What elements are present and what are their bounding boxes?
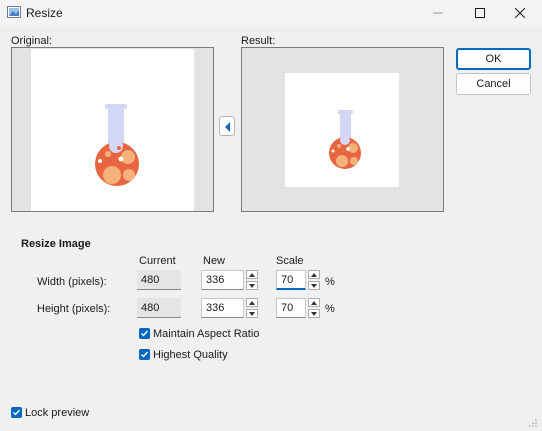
height-scale-input[interactable]: 70 xyxy=(276,298,306,318)
spin-up-icon[interactable] xyxy=(308,270,320,279)
width-label: Width (pixels): xyxy=(37,276,107,288)
copy-arrow-button[interactable] xyxy=(219,116,235,136)
result-canvas xyxy=(285,73,399,187)
maximize-icon xyxy=(475,8,485,18)
width-new-input[interactable]: 336 xyxy=(201,270,244,290)
maintain-aspect-label[interactable]: Maintain Aspect Ratio xyxy=(153,328,259,340)
height-new-input[interactable]: 336 xyxy=(201,298,244,318)
maintain-aspect-checkbox[interactable] xyxy=(139,328,150,339)
flask-image xyxy=(95,104,139,186)
spin-down-icon[interactable] xyxy=(246,281,258,290)
lock-preview-checkbox[interactable] xyxy=(11,407,22,418)
width-scale-input[interactable]: 70 xyxy=(276,270,306,290)
spin-down-icon[interactable] xyxy=(308,281,320,290)
close-icon xyxy=(515,8,525,18)
checkmark-icon xyxy=(141,351,149,358)
width-current-value: 480 xyxy=(137,270,181,290)
spin-up-icon[interactable] xyxy=(246,270,258,279)
original-preview xyxy=(11,47,214,212)
height-percent-unit: % xyxy=(325,303,335,315)
original-canvas xyxy=(31,49,194,211)
spin-up-icon[interactable] xyxy=(308,298,320,307)
spin-down-icon[interactable] xyxy=(246,309,258,318)
flask-image-result xyxy=(329,110,361,169)
checkmark-icon xyxy=(141,330,149,337)
new-column-header: New xyxy=(203,255,226,267)
width-percent-unit: % xyxy=(325,276,335,288)
minimize-button[interactable] xyxy=(416,0,460,26)
arrow-left-icon xyxy=(225,122,230,132)
window-title: Resize xyxy=(26,6,63,20)
current-column-header: Current xyxy=(139,255,176,267)
resize-grip-icon[interactable] xyxy=(528,418,538,428)
lock-preview-label[interactable]: Lock preview xyxy=(25,407,89,419)
ok-button[interactable]: OK xyxy=(456,48,531,70)
width-new-spinner[interactable] xyxy=(246,270,258,290)
spin-down-icon[interactable] xyxy=(308,309,320,318)
scale-column-header: Scale xyxy=(276,255,304,267)
app-icon xyxy=(7,6,21,18)
cancel-button[interactable]: Cancel xyxy=(456,73,531,95)
close-button[interactable] xyxy=(498,0,542,26)
title-bar: Resize xyxy=(0,0,542,26)
original-label: Original: xyxy=(11,35,52,47)
checkmark-icon xyxy=(13,409,21,416)
maximize-button[interactable] xyxy=(458,0,502,26)
minimize-icon xyxy=(433,12,443,14)
height-scale-spinner[interactable] xyxy=(308,298,320,318)
resize-heading: Resize Image xyxy=(21,238,91,250)
height-label: Height (pixels): xyxy=(37,303,111,315)
result-preview xyxy=(241,47,444,212)
height-new-spinner[interactable] xyxy=(246,298,258,318)
spin-up-icon[interactable] xyxy=(246,298,258,307)
highest-quality-checkbox[interactable] xyxy=(139,349,150,360)
height-current-value: 480 xyxy=(137,298,181,318)
highest-quality-label[interactable]: Highest Quality xyxy=(153,349,228,361)
width-scale-spinner[interactable] xyxy=(308,270,320,290)
result-label: Result: xyxy=(241,35,276,47)
